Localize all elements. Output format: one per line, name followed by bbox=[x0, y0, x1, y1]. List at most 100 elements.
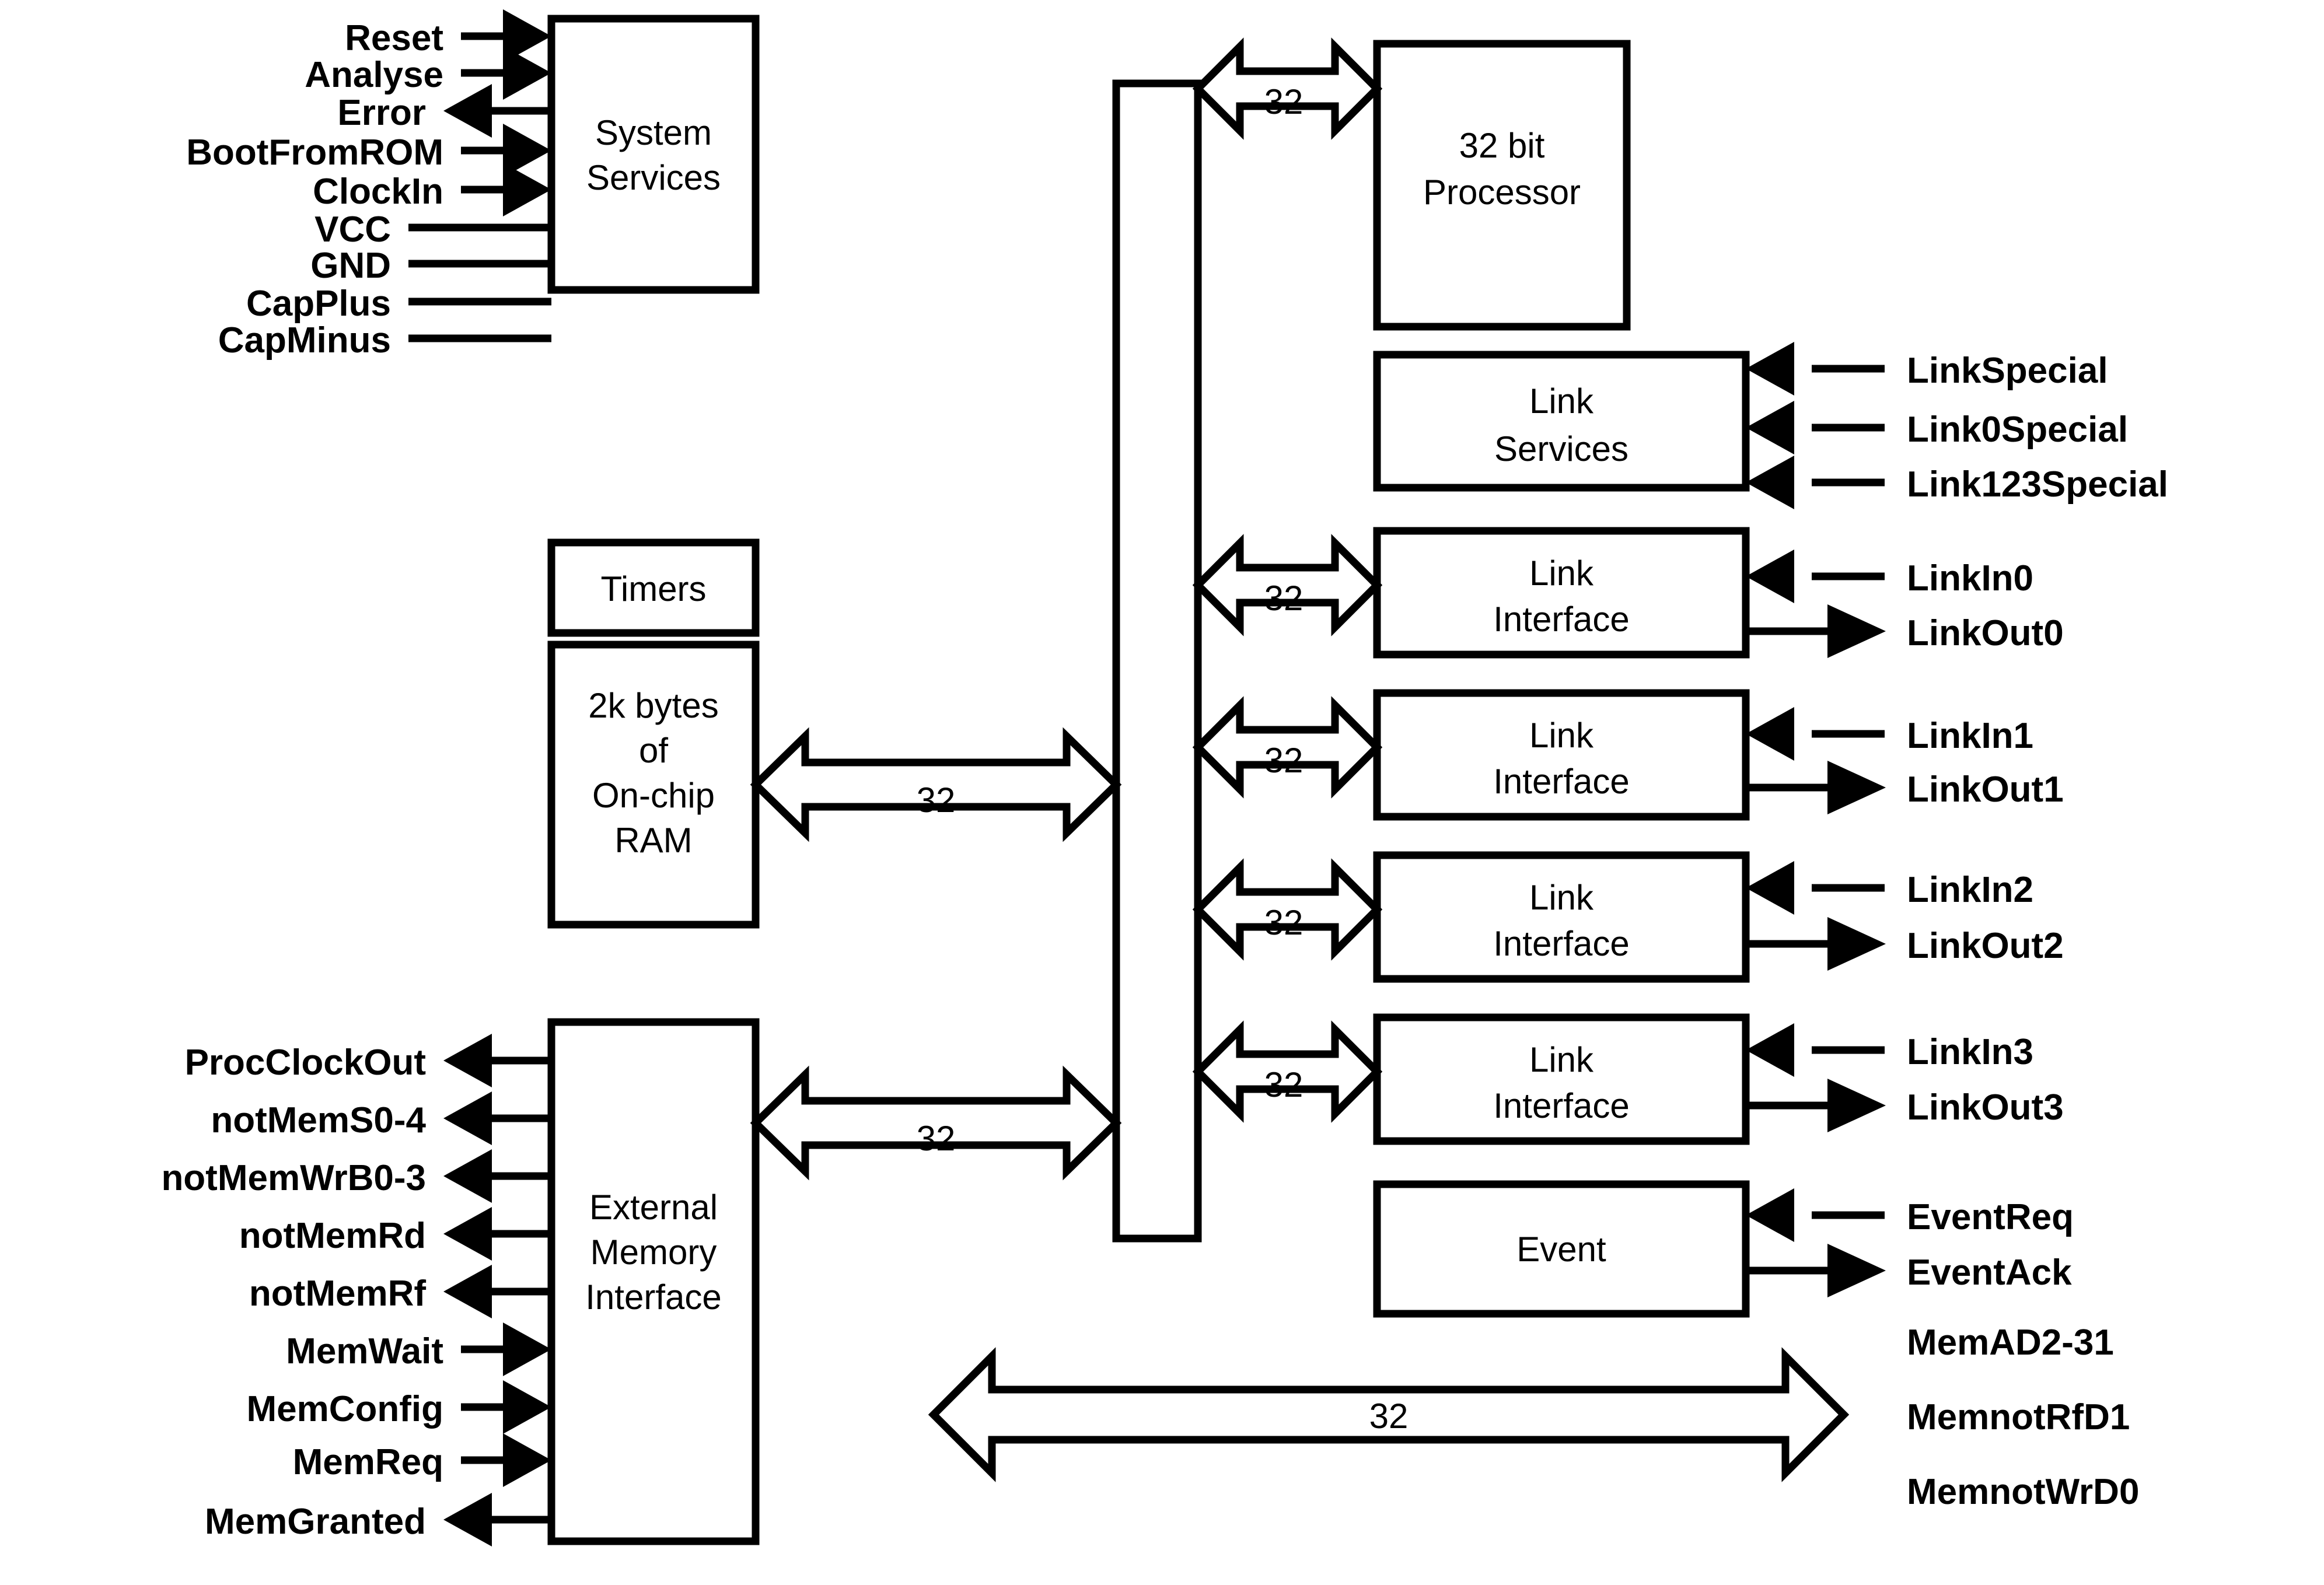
bus-connector-link-2[interactable]: 32 bbox=[1192, 858, 1383, 961]
pin-label: MemGranted bbox=[205, 1502, 426, 1542]
pin-gnd[interactable]: GND bbox=[310, 246, 551, 286]
pin-linkout2[interactable]: LinkOut2 bbox=[1746, 917, 2064, 971]
bus-connector-link-1[interactable]: 32 bbox=[1192, 696, 1383, 799]
block-label: Interface bbox=[1493, 1086, 1629, 1125]
block-label: Link bbox=[1529, 878, 1594, 917]
pin-label: BootFromROM bbox=[186, 132, 443, 173]
pin-label: LinkIn0 bbox=[1907, 558, 2033, 599]
block-label: External bbox=[589, 1188, 718, 1227]
pin-label: LinkIn2 bbox=[1907, 870, 2033, 910]
block-processor[interactable]: 32 bit Processor bbox=[1373, 40, 1631, 331]
pin-label: LinkOut3 bbox=[1907, 1087, 2064, 1128]
block-link-interface-0[interactable]: Link Interface bbox=[1373, 527, 1750, 659]
pin-group-right: LinkSpecial Link0Special Link123Special … bbox=[1746, 342, 2168, 1297]
pin-linkin3[interactable]: LinkIn3 bbox=[1746, 1023, 2033, 1077]
pin-memreq[interactable]: MemReq bbox=[293, 1433, 551, 1487]
central-bus[interactable] bbox=[1112, 79, 1202, 1243]
pin-label: LinkOut1 bbox=[1907, 769, 2064, 810]
block-label: Memory bbox=[590, 1233, 717, 1272]
pin-label: Link123Special bbox=[1907, 464, 2168, 505]
bus-width-label: 32 bbox=[1264, 1065, 1303, 1104]
block-label: of bbox=[639, 731, 668, 770]
block-link-services[interactable]: Link Services bbox=[1373, 351, 1750, 492]
pin-memconfig[interactable]: MemConfig bbox=[246, 1380, 551, 1434]
block-link-interface-1[interactable]: Link Interface bbox=[1373, 689, 1750, 821]
block-label: Interface bbox=[1493, 762, 1629, 801]
bus-connector-processor[interactable]: 32 bbox=[1192, 37, 1383, 140]
bus-width-label: 32 bbox=[917, 781, 956, 820]
pin-label: Analyse bbox=[305, 55, 443, 95]
block-label: Link bbox=[1529, 382, 1594, 421]
bus-connector-ram[interactable]: 32 bbox=[750, 727, 1122, 842]
pin-vcc[interactable]: VCC bbox=[314, 209, 551, 250]
pin-notmemrf[interactable]: notMemRf bbox=[249, 1265, 551, 1318]
pin-label: ClockIn bbox=[313, 172, 443, 212]
bus-width-label: 32 bbox=[1264, 579, 1303, 618]
block-label: RAM bbox=[614, 821, 692, 860]
bus-connector-memory-interface[interactable]: 32 bbox=[750, 1065, 1122, 1181]
block-diagram: System Services Timers 2k bytes of On-ch… bbox=[161, 9, 2168, 1546]
block-event[interactable]: Event bbox=[1373, 1180, 1750, 1318]
pin-link123special[interactable]: Link123Special bbox=[1746, 456, 2168, 509]
block-on-chip-ram[interactable]: 2k bytes of On-chip RAM bbox=[547, 641, 760, 929]
pin-label: EventReq bbox=[1907, 1197, 2074, 1237]
memory-address-data-bus[interactable]: 32 bbox=[928, 1347, 1850, 1482]
bus-width-label: 32 bbox=[1369, 1397, 1409, 1436]
block-label: 32 bit bbox=[1459, 126, 1545, 165]
bus-width-label: 32 bbox=[1264, 82, 1303, 121]
pin-label: Error bbox=[337, 93, 426, 133]
pin-capplus[interactable]: CapPlus bbox=[246, 284, 551, 324]
block-timers[interactable]: Timers bbox=[547, 538, 760, 637]
pin-eventack[interactable]: EventAck bbox=[1746, 1244, 2072, 1297]
block-label: Timers bbox=[600, 569, 706, 608]
pin-label: Reset bbox=[345, 18, 443, 58]
block-label: Services bbox=[1494, 429, 1628, 468]
pin-label: notMemRd bbox=[239, 1216, 426, 1256]
pin-label: EventAck bbox=[1907, 1252, 2072, 1293]
pin-group-system-services: Reset Analyse Error BootFromROM ClockIn bbox=[186, 9, 551, 361]
block-external-memory-interface[interactable]: External Memory Interface bbox=[547, 1018, 760, 1545]
pin-linkin0[interactable]: LinkIn0 bbox=[1746, 550, 2033, 603]
pin-linkout3[interactable]: LinkOut3 bbox=[1746, 1079, 2064, 1132]
pin-linkin1[interactable]: LinkIn1 bbox=[1746, 707, 2033, 761]
bus-width-label: 32 bbox=[1264, 741, 1303, 780]
pin-link0special[interactable]: Link0Special bbox=[1746, 401, 2128, 454]
pin-label: LinkIn3 bbox=[1907, 1032, 2033, 1072]
block-label: Link bbox=[1529, 1040, 1594, 1079]
diagram-canvas: System Services Timers 2k bytes of On-ch… bbox=[0, 0, 2324, 1585]
pin-label: Link0Special bbox=[1907, 410, 2128, 450]
pin-label: ProcClockOut bbox=[185, 1042, 426, 1083]
pin-label: MemWait bbox=[286, 1331, 443, 1371]
pin-linkspecial[interactable]: LinkSpecial bbox=[1746, 342, 2108, 396]
pin-label: notMemWrB0-3 bbox=[161, 1158, 426, 1198]
pin-label: LinkIn1 bbox=[1907, 716, 2033, 756]
pin-linkout0[interactable]: LinkOut0 bbox=[1746, 604, 2064, 658]
pin-memgranted[interactable]: MemGranted bbox=[205, 1493, 551, 1546]
pin-capminus[interactable]: CapMinus bbox=[218, 320, 551, 361]
pin-linkout1[interactable]: LinkOut1 bbox=[1746, 761, 2064, 814]
block-system-services[interactable]: System Services bbox=[547, 15, 760, 294]
pin-notmemrd[interactable]: notMemRd bbox=[239, 1207, 551, 1261]
pin-procclockout[interactable]: ProcClockOut bbox=[185, 1034, 551, 1087]
pin-notmems0-4[interactable]: notMemS0-4 bbox=[211, 1091, 551, 1145]
pin-eventreq[interactable]: EventReq bbox=[1746, 1188, 2074, 1242]
block-label: Link bbox=[1529, 554, 1594, 593]
bus-connector-link-3[interactable]: 32 bbox=[1192, 1020, 1383, 1123]
pin-label: GND bbox=[310, 246, 391, 286]
block-label: Interface bbox=[585, 1278, 721, 1317]
pin-label: CapMinus bbox=[218, 320, 391, 361]
block-label: Services bbox=[586, 158, 721, 197]
pin-linkin2[interactable]: LinkIn2 bbox=[1746, 861, 2033, 915]
block-link-interface-3[interactable]: Link Interface bbox=[1373, 1013, 1750, 1145]
pin-label: LinkSpecial bbox=[1907, 351, 2108, 391]
block-label: Event bbox=[1516, 1230, 1606, 1269]
memory-bus-labels: MemAD2-31 MemnotRfD1 MemnotWrD0 bbox=[1907, 1322, 2139, 1512]
block-link-interface-2[interactable]: Link Interface bbox=[1373, 851, 1750, 983]
pin-label: VCC bbox=[314, 209, 391, 250]
block-label: Processor bbox=[1423, 173, 1581, 212]
pin-memwait[interactable]: MemWait bbox=[286, 1322, 551, 1376]
bus-connector-link-0[interactable]: 32 bbox=[1192, 534, 1383, 636]
block-label: Interface bbox=[1493, 600, 1629, 639]
block-label: System bbox=[595, 113, 712, 152]
pin-notmemwrb0-3[interactable]: notMemWrB0-3 bbox=[161, 1149, 551, 1203]
